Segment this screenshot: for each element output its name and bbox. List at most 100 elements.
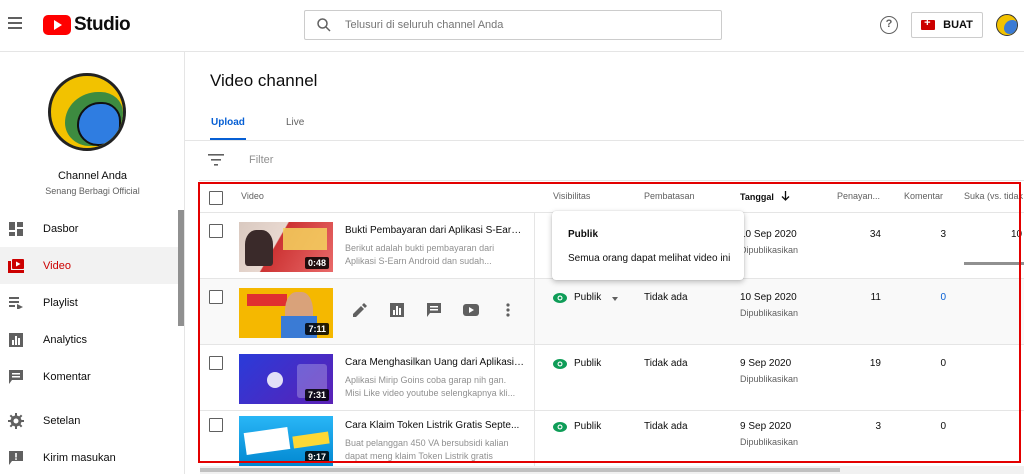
video-thumbnail[interactable]: 0:48 [239,222,333,272]
analytics-icon[interactable] [388,301,406,319]
video-title[interactable]: Cara Menghasilkan Uang dari Aplikasi ... [345,357,525,368]
video-comments[interactable]: 0 [906,292,946,303]
row-checkbox[interactable] [209,290,223,304]
sort-down-arrow-icon [781,191,790,201]
tooltip-body: Semua orang dapat melihat video ini [568,253,731,264]
channel-subtitle: Senang Berbagi Official [45,186,140,196]
public-eye-icon [553,359,567,369]
video-icon [8,258,24,274]
sidebar-item-komentar[interactable]: Komentar [0,358,178,395]
video-views: 11 [870,292,881,303]
dashboard-icon [8,221,24,237]
sidebar-item-label: Analytics [43,333,88,346]
video-visibility[interactable]: Publik [574,358,601,369]
video-status: Dipublikasikan [740,437,799,447]
filter-input[interactable]: Filter [249,154,273,166]
analytics-icon [8,332,24,348]
video-views: 34 [869,229,881,240]
sidebar-item-label: Playlist [43,296,78,309]
channel-name: Channel Anda [57,170,128,182]
sidebar-item-dasbor[interactable]: Dasbor [0,210,178,247]
divider [185,140,1024,141]
chevron-down-icon[interactable] [612,297,618,301]
top-bar: Studio ? BUAT [0,0,1024,52]
row-checkbox[interactable] [209,224,223,238]
video-views: 3 [875,421,881,432]
sidebar: Channel Anda Senang Berbagi Official Das… [0,52,185,474]
video-date: 9 Sep 2020 [740,358,792,369]
sidebar-item-label: Setelan [43,414,81,427]
search-box[interactable] [304,10,722,40]
sidebar-item-playlist[interactable]: Playlist [0,284,178,321]
video-title[interactable]: Bukti Pembayaran dari Aplikasi S-Earn ..… [345,225,525,236]
sidebar-item-label: Komentar [43,370,91,383]
row-checkbox[interactable] [209,418,223,432]
video-thumbnail[interactable]: 7:31 [239,354,333,404]
table-header: Video Visibilitas Pembatasan Tanggal Pen… [199,180,1024,213]
menu-icon[interactable] [8,14,28,34]
table-row[interactable]: 7:11 Publik Tidak ada 10 Sep 2020 Dipubl… [199,279,1024,345]
help-icon[interactable]: ? [880,16,898,34]
video-description: Buat pelanggan 450 VA bersubsidi kalian d… [345,438,509,461]
tooltip-title: Publik [568,229,599,240]
create-button-label: BUAT [943,19,973,31]
row-actions [351,301,536,319]
youtube-play-icon[interactable] [462,301,480,319]
edit-icon[interactable] [351,301,369,319]
sidebar-scrollbar[interactable] [178,210,184,326]
video-title[interactable]: Cara Klaim Token Listrik Gratis Septe... [345,420,525,431]
more-options-icon[interactable] [499,301,517,319]
video-status: Dipublikasikan [740,245,799,255]
video-duration: 7:31 [304,389,329,401]
sidebar-item-label: Kirim masukan [43,451,116,464]
column-header-restrictions[interactable]: Pembatasan [644,191,695,201]
public-eye-icon [553,422,567,432]
public-eye-icon [553,293,567,303]
video-visibility[interactable]: Publik [574,421,601,432]
column-header-views[interactable]: Penayan... [837,191,880,201]
video-status: Dipublikasikan [740,308,799,318]
video-visibility[interactable]: Publik [574,292,601,303]
sidebar-item-analytics[interactable]: Analytics [0,321,178,358]
logo-text: Studio [74,14,131,35]
search-input[interactable] [345,19,705,31]
sidebar-item-video[interactable]: Video [0,247,178,284]
sidebar-item-setelan[interactable]: Setelan [0,402,178,439]
video-description: Aplikasi Mirip Goins coba garap nih gan.… [345,375,516,398]
tab-live[interactable]: Live [286,117,304,128]
video-thumbnail[interactable]: 7:11 [239,288,333,338]
column-header-video: Video [241,191,264,201]
studio-logo[interactable]: Studio [43,14,131,36]
select-all-checkbox[interactable] [209,191,223,205]
video-description: Berikut adalah bukti pembayaran dari Apli… [345,243,495,266]
sidebar-item-label: Video [43,259,71,272]
column-header-comments[interactable]: Komentar [904,191,943,201]
video-thumbnail[interactable]: 9:17 [239,416,333,466]
column-header-date[interactable]: Tanggal [740,191,790,202]
page-title: Video channel [210,71,318,90]
row-checkbox[interactable] [209,356,223,370]
create-button[interactable]: BUAT [911,12,983,38]
channel-avatar[interactable] [48,73,126,151]
account-avatar[interactable] [996,14,1018,36]
youtube-logo-icon [43,15,71,35]
tab-upload[interactable]: Upload [211,117,245,128]
video-likes: 10 [1011,229,1023,240]
video-restriction: Tidak ada [644,292,688,303]
gear-icon [8,412,24,429]
horizontal-scrollbar[interactable] [200,466,1024,474]
video-duration: 9:17 [304,451,329,463]
video-restriction: Tidak ada [644,421,688,432]
feedback-icon [8,450,24,466]
table-row[interactable]: 7:31 Cara Menghasilkan Uang dari Aplikas… [199,345,1024,411]
search-icon [317,18,331,32]
filter-icon[interactable] [208,154,224,166]
column-header-likes[interactable]: Suka (vs. tidak [964,191,1023,201]
sidebar-item-kirim-masukan[interactable]: Kirim masukan [0,439,178,474]
table-row[interactable]: 9:17 Cara Klaim Token Listrik Gratis Sep… [199,411,1024,474]
video-comments: 0 [940,421,946,432]
comment-icon[interactable] [425,301,443,319]
video-status: Dipublikasikan [740,374,799,384]
column-header-visibility[interactable]: Visibilitas [553,191,590,201]
video-comments: 0 [940,358,946,369]
